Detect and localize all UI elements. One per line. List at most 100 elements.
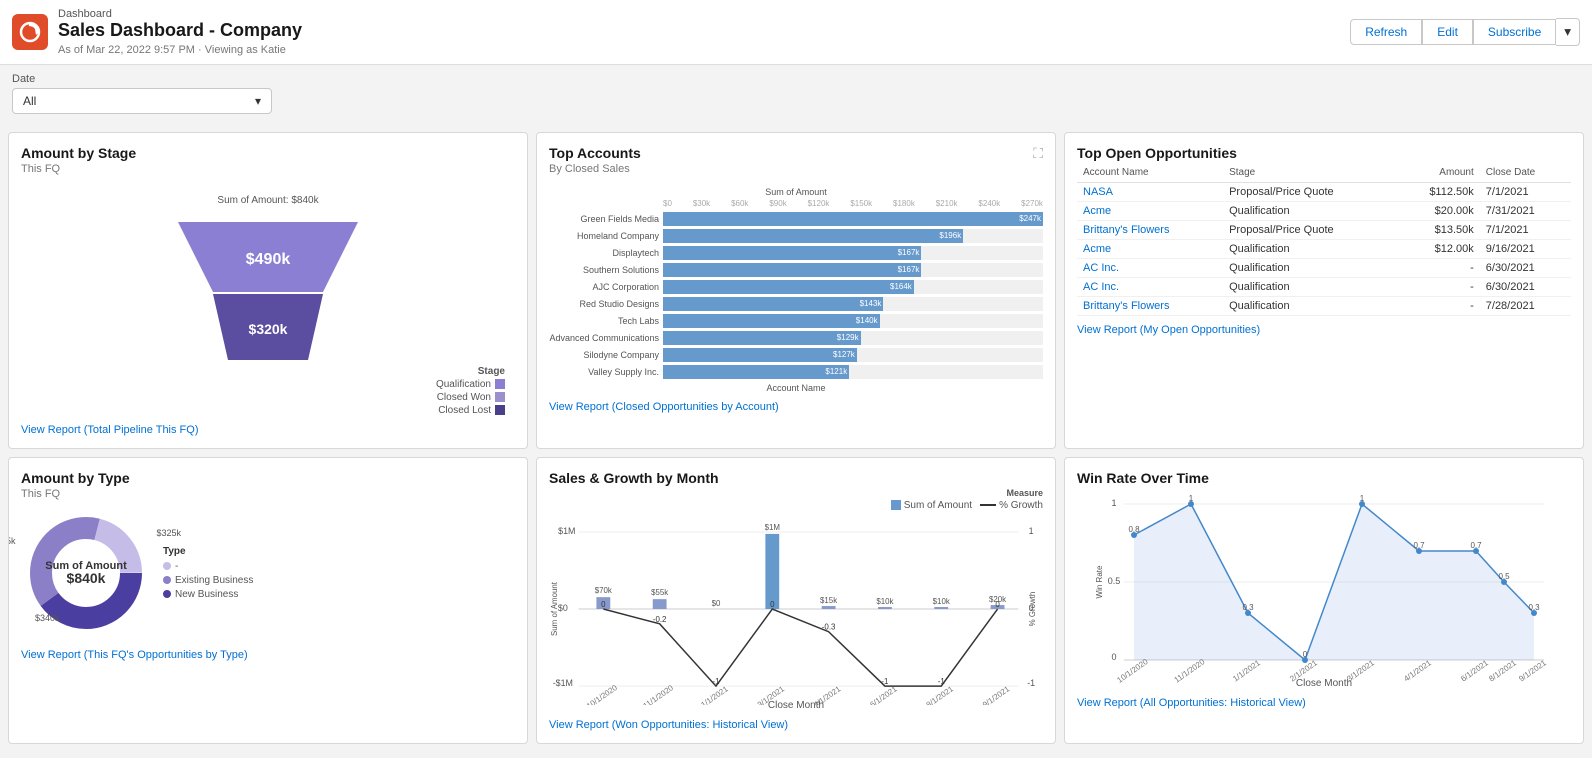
bar-fill: $164k: [663, 280, 914, 294]
bar-value: $121k: [825, 367, 847, 376]
svg-text:$10k: $10k: [933, 597, 950, 606]
legend-closed-won-color: [495, 392, 505, 402]
bar-label: Advanced Communications: [549, 333, 659, 343]
widget-top-open-opp: Top Open Opportunities Account Name Stag…: [1064, 132, 1584, 449]
bar-fill: $140k: [663, 314, 880, 328]
app-icon: [12, 14, 48, 50]
svg-text:1: 1: [1029, 526, 1034, 536]
bar-value: $196k: [939, 231, 961, 240]
filter-value: All: [23, 94, 36, 108]
table-row: Brittany's FlowersProposal/Price Quote$1…: [1077, 220, 1571, 239]
bar-label: Displaytech: [549, 248, 659, 258]
opp-close-date: 7/1/2021: [1480, 220, 1571, 239]
bar-wrapper: $129k: [663, 331, 1043, 345]
donut-container: Sum of Amount $840k $175k $325k $340k Ty…: [21, 508, 515, 641]
svg-text:1: 1: [1111, 498, 1116, 508]
svg-text:-1: -1: [1027, 678, 1035, 688]
opp-stage: Qualification: [1223, 239, 1396, 258]
top-open-opp-view-report[interactable]: View Report (My Open Opportunities): [1077, 324, 1571, 336]
opp-amount: -: [1396, 258, 1480, 277]
bar-fill: $129k: [663, 331, 861, 345]
legend-closed-won-label: Closed Won: [437, 392, 491, 403]
legend-qualification-color: [495, 379, 505, 389]
svg-text:$70k: $70k: [595, 586, 612, 595]
opp-close-date: 6/30/2021: [1480, 258, 1571, 277]
table-row: Advanced Communications $129k: [549, 331, 1043, 345]
svg-text:1/1/2021: 1/1/2021: [1231, 658, 1262, 683]
svg-text:$10k: $10k: [876, 597, 893, 606]
opp-amount: $13.50k: [1396, 220, 1480, 239]
opp-account[interactable]: Acme: [1077, 201, 1223, 220]
bar-fill: $247k: [663, 212, 1043, 226]
table-row: Red Studio Designs$143k: [549, 297, 1043, 311]
svg-text:-1: -1: [712, 677, 719, 686]
opp-amount: -: [1396, 296, 1480, 315]
legend-closed-lost-label: Closed Lost: [438, 405, 491, 416]
svg-text:4/1/2021: 4/1/2021: [1402, 658, 1433, 683]
bar-label: Tech Labs: [549, 316, 659, 326]
svg-text:$55k: $55k: [651, 588, 668, 597]
opp-account[interactable]: Brittany's Flowers: [1077, 220, 1223, 239]
subscribe-button[interactable]: Subscribe: [1473, 19, 1556, 45]
widget-amount-by-type: Amount by Type This FQ Sum of Amount $84…: [8, 457, 528, 744]
svg-text:1/1/2021: 1/1/2021: [699, 684, 729, 705]
refresh-button[interactable]: Refresh: [1350, 19, 1422, 45]
header: Dashboard Sales Dashboard - Company As o…: [0, 0, 1592, 65]
svg-text:9/1/2021: 9/1/2021: [1517, 658, 1548, 683]
opp-amount: $12.00k: [1396, 239, 1480, 258]
opp-stage: Qualification: [1223, 296, 1396, 315]
table-row: NASAProposal/Price Quote$112.50k7/1/2021: [1077, 182, 1571, 201]
date-filter-select[interactable]: All ▾: [12, 88, 272, 114]
table-row: AC Inc.Qualification-6/30/2021: [1077, 277, 1571, 296]
opp-account[interactable]: Brittany's Flowers: [1077, 296, 1223, 315]
sales-growth-view-report[interactable]: View Report (Won Opportunities: Historic…: [549, 719, 1043, 731]
opp-close-date: 7/1/2021: [1480, 182, 1571, 201]
page-title: Sales Dashboard - Company: [58, 20, 302, 42]
bar-label: AJC Corporation: [549, 282, 659, 292]
svg-text:-0.3: -0.3: [822, 622, 836, 631]
opp-account[interactable]: AC Inc.: [1077, 258, 1223, 277]
breadcrumb: Dashboard: [58, 8, 302, 20]
svg-text:11/1/2020: 11/1/2020: [1173, 657, 1207, 683]
table-row: Valley Supply Inc.$121k: [549, 365, 1043, 379]
edit-button[interactable]: Edit: [1422, 19, 1473, 45]
expand-icon[interactable]: ⛶: [1033, 145, 1043, 162]
legend-closed-lost-color: [495, 405, 505, 415]
opp-account[interactable]: NASA: [1077, 182, 1223, 201]
col-account-name: Account Name: [1077, 163, 1223, 183]
svg-text:6/1/2021: 6/1/2021: [1459, 658, 1490, 683]
table-row: Silodyne Company$127k: [549, 348, 1043, 362]
svg-text:-1: -1: [881, 677, 888, 686]
widget-sales-growth: Sales & Growth by Month Measure Sum of A…: [536, 457, 1056, 744]
svg-text:Sum of Amount: Sum of Amount: [550, 581, 559, 636]
legend-dot-unknown: [163, 562, 171, 570]
legend-dot-new: [163, 590, 171, 598]
svg-text:0: 0: [995, 600, 1000, 609]
amount-stage-view-report[interactable]: View Report (Total Pipeline This FQ): [21, 424, 515, 436]
legend-growth-label: % Growth: [999, 500, 1043, 511]
top-accounts-view-report[interactable]: View Report (Closed Opportunities by Acc…: [549, 401, 1043, 413]
table-row: Green Fields Media$247k: [549, 212, 1043, 226]
opp-account[interactable]: AC Inc.: [1077, 277, 1223, 296]
filter-label: Date: [12, 73, 1580, 85]
svg-text:$0: $0: [712, 599, 721, 608]
svg-text:$1M: $1M: [765, 523, 780, 532]
bar-label: Southern Solutions: [549, 265, 659, 275]
amount-type-view-report[interactable]: View Report (This FQ's Opportunities by …: [21, 649, 515, 661]
opp-amount: -: [1396, 277, 1480, 296]
bar-fill: $127k: [663, 348, 857, 362]
win-rate-view-report[interactable]: View Report (All Opportunities: Historic…: [1077, 697, 1571, 709]
dropdown-button[interactable]: ▾: [1556, 18, 1580, 46]
bar-wrapper: $167k: [663, 246, 1043, 260]
bar-value: $140k: [856, 316, 878, 325]
svg-text:$1M: $1M: [558, 526, 575, 536]
header-left: Dashboard Sales Dashboard - Company As o…: [12, 8, 302, 56]
bar-wrapper: $167k: [663, 263, 1043, 277]
widget-win-rate: Win Rate Over Time 1 0.5 0 0.8 1: [1064, 457, 1584, 744]
bar-value: $164k: [890, 282, 912, 291]
bar-fill: $196k: [663, 229, 963, 243]
col-amount: Amount: [1396, 163, 1480, 183]
bar-fill: $143k: [663, 297, 883, 311]
dashboard: Amount by Stage This FQ Sum of Amount: $…: [0, 124, 1592, 752]
opp-account[interactable]: Acme: [1077, 239, 1223, 258]
